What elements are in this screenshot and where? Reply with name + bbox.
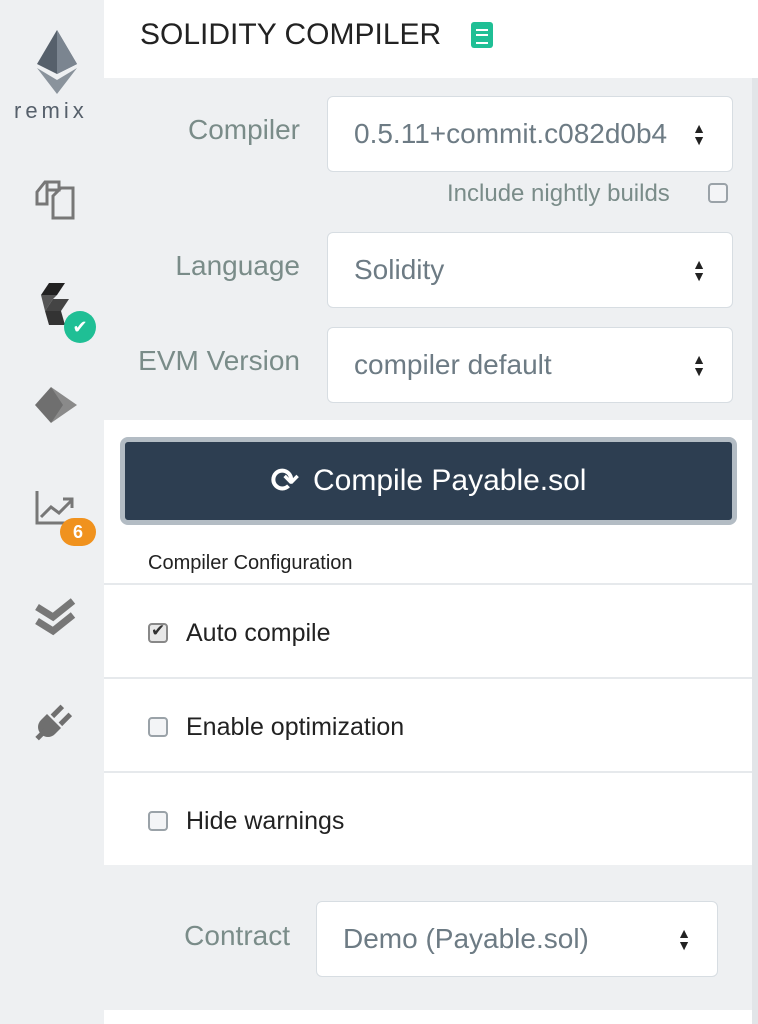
compiler-panel: SOLIDITY COMPILER Compiler 0.5.11+commit… <box>104 0 758 1024</box>
contract-value: Demo (Payable.sol) <box>343 923 589 954</box>
compiler-version-value: 0.5.11+commit.c082d0b4 <box>354 118 668 149</box>
select-arrows-icon: ▲ ▼ <box>677 925 691 953</box>
page-title: SOLIDITY COMPILER <box>140 18 442 51</box>
compile-button[interactable]: ⟳ Compile Payable.sol <box>120 437 737 525</box>
compiler-version-select[interactable]: 0.5.11+commit.c082d0b4 ▲ ▼ <box>327 96 733 172</box>
enable-optimization-label: Enable optimization <box>186 713 405 741</box>
enable-optimization-option[interactable]: Enable optimization <box>104 677 752 771</box>
auto-compile-option[interactable]: Auto compile <box>104 583 752 677</box>
deploy-run-icon[interactable] <box>30 380 80 430</box>
documentation-book-icon[interactable] <box>471 22 493 48</box>
select-arrows-icon: ▲ ▼ <box>692 351 706 379</box>
remix-logo-text: remix <box>14 98 88 123</box>
refresh-icon: ⟳ <box>270 462 300 500</box>
hide-warnings-checkbox[interactable] <box>148 811 168 831</box>
compiler-label: Compiler <box>187 114 300 145</box>
hide-warnings-option[interactable]: Hide warnings <box>104 771 752 865</box>
auto-compile-label: Auto compile <box>186 619 331 647</box>
icon-sidebar: remix ✔ 6 <box>0 0 104 1024</box>
evm-version-select[interactable]: compiler default ▲ ▼ <box>327 327 733 403</box>
bottom-section <box>104 1010 752 1024</box>
language-value: Solidity <box>354 254 445 285</box>
enable-optimization-checkbox[interactable] <box>148 717 168 737</box>
test-double-check-icon[interactable] <box>30 592 80 642</box>
language-label: Language <box>175 250 300 281</box>
evm-version-value: compiler default <box>354 349 552 380</box>
nightly-builds-checkbox[interactable] <box>708 183 728 203</box>
hide-warnings-label: Hide warnings <box>186 807 345 835</box>
evm-version-label: EVM Version <box>138 345 300 376</box>
compile-success-check-icon: ✔ <box>64 311 96 343</box>
nightly-builds-label: Include nightly builds <box>447 180 670 207</box>
language-select[interactable]: Solidity ▲ ▼ <box>327 232 733 308</box>
select-arrows-icon: ▲ ▼ <box>692 256 706 284</box>
panel-header: SOLIDITY COMPILER <box>104 0 758 78</box>
file-explorer-icon[interactable] <box>30 175 80 225</box>
contract-select[interactable]: Demo (Payable.sol) ▲ ▼ <box>316 901 718 977</box>
compiler-configuration-heading: Compiler Configuration <box>148 552 353 574</box>
contract-label: Contract <box>184 920 290 951</box>
compile-button-label: Compile Payable.sol <box>313 464 587 497</box>
auto-compile-checkbox[interactable] <box>148 621 168 643</box>
scrollbar[interactable] <box>752 78 758 1024</box>
ethereum-logo-icon[interactable] <box>32 30 82 94</box>
select-arrows-icon: ▲ ▼ <box>692 120 706 148</box>
analysis-warning-badge: 6 <box>60 518 96 546</box>
plugin-plug-icon[interactable] <box>30 695 80 745</box>
